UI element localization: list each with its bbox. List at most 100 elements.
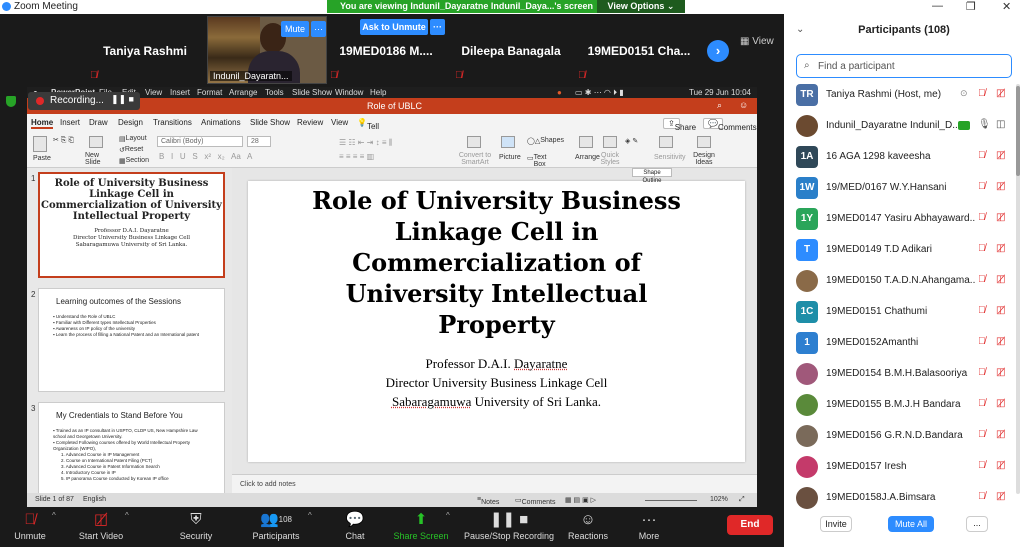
participant-search[interactable]: ⌕ Find a participant	[796, 54, 1012, 78]
slide-thumbnail-2[interactable]: Learning outcomes of the Sessions ▪ Unde…	[38, 288, 225, 392]
fit-slide-icon[interactable]: ⤢	[739, 496, 745, 504]
reactions-button[interactable]: ☺ Reactions	[566, 508, 610, 547]
participants-caret[interactable]: ^	[308, 511, 312, 520]
new-slide-icon[interactable]	[89, 136, 103, 148]
tab-transitions[interactable]: Transitions	[153, 118, 192, 127]
pause-stop-recording-button[interactable]: ❚❚ ■ Pause/Stop Recording	[462, 508, 556, 547]
menu-help[interactable]: Help	[370, 88, 386, 97]
paste-icon[interactable]	[33, 136, 47, 152]
menu-slide-show[interactable]: Slide Show	[292, 88, 332, 97]
tile-more-button[interactable]: ···	[311, 21, 326, 37]
tell-me-search[interactable]: 💡 Tell me	[357, 118, 379, 140]
smartart-icon[interactable]	[467, 136, 481, 148]
ask-to-unmute-button[interactable]: Ask to Unmute	[360, 19, 428, 35]
tab-slide-show[interactable]: Slide Show	[250, 118, 290, 127]
chat-button[interactable]: 💬 Chat	[338, 508, 372, 547]
comments-toggle[interactable]: ▭ Comments	[515, 496, 555, 506]
participant-row[interactable]: 19MED0158J.A.Bimsara 🎙̸ ◫̸	[796, 483, 1016, 513]
mute-all-button[interactable]: Mute All	[888, 516, 934, 532]
clipboard-icons[interactable]: ✂ ⎘ ⎗	[53, 136, 74, 145]
participant-row[interactable]: 1Y 19MED0147 Yasiru Abhayaward... 🎙̸ ◫̸	[796, 204, 1016, 234]
participant-row[interactable]: 1 19MED0152Amanthi 🎙̸ ◫̸	[796, 328, 1016, 358]
next-page-arrow-icon[interactable]: ›	[707, 40, 729, 62]
participants-button[interactable]: 👥108 Participants	[246, 508, 306, 547]
participant-row[interactable]: 19MED0157 Iresh 🎙̸ ◫̸	[796, 452, 1016, 482]
tab-view[interactable]: View	[331, 118, 348, 127]
audio-options-caret[interactable]: ^	[52, 511, 56, 520]
active-video-tile[interactable]: Indunil_Dayaratn... Mute ···	[207, 16, 327, 84]
invite-button[interactable]: Invite	[820, 516, 852, 532]
participant-row[interactable]: 19MED0156 G.R.N.D.Bandara 🎙̸ ◫̸	[796, 421, 1016, 451]
participant-row[interactable]: Indunil_Dayaratne Indunil_D... 🎙 ◫	[796, 111, 1016, 141]
smiley-icon[interactable]: ☺	[739, 100, 748, 110]
tile-more-button[interactable]: ···	[430, 19, 445, 35]
quick-styles-icon[interactable]	[603, 136, 617, 148]
design-ideas-icon[interactable]	[697, 136, 711, 148]
notes-pane[interactable]: Click to add notes	[232, 474, 757, 493]
font-family-select[interactable]: Calibri (Body)	[157, 136, 243, 147]
video-options-caret[interactable]: ^	[125, 511, 129, 520]
share-screen-button[interactable]: ⬆ Share Screen	[392, 508, 450, 547]
tab-home[interactable]: Home	[31, 118, 54, 129]
notes-toggle[interactable]: ≡ Notes	[477, 496, 499, 506]
tab-insert[interactable]: Insert	[60, 118, 80, 127]
menu-format[interactable]: Format	[197, 88, 222, 97]
participant-tile[interactable]: 19MED0151 Cha... 🎙̸	[578, 14, 700, 86]
comments-button[interactable]: 💬 Comments	[703, 118, 757, 132]
participant-row[interactable]: TR Taniya Rashmi (Host, me) ⊙ 🎙̸ ◫̸	[796, 80, 1016, 110]
close-button[interactable]: ✕	[1002, 0, 1011, 13]
sensitivity-icon[interactable]	[659, 136, 673, 148]
current-slide[interactable]: Role of University Business Linkage Cell…	[248, 181, 745, 462]
slide-thumbnail-1[interactable]: Role of University Business Linkage Cell…	[38, 172, 225, 278]
participant-tile[interactable]: Ask to Unmute ··· 19MED0186 M.... 🎙̸	[330, 14, 445, 86]
tab-review[interactable]: Review	[297, 118, 323, 127]
font-size-select[interactable]: 28	[247, 136, 271, 147]
panel-more-button[interactable]: ...	[966, 516, 988, 532]
participant-row[interactable]: 1A 16 AGA 1298 kaveesha 🎙̸ ◫̸	[796, 142, 1016, 172]
search-icon[interactable]: ⌕	[717, 100, 722, 111]
security-button[interactable]: ⛨ Security	[176, 508, 216, 547]
layout-button[interactable]: ▤ Layout	[119, 135, 147, 143]
participant-tile[interactable]: Taniya Rashmi 🎙̸	[90, 14, 200, 86]
participant-row[interactable]: 1C 19MED0151 Chathumi 🎙̸ ◫̸	[796, 297, 1016, 327]
shapes-button[interactable]: ◯△ Shapes	[527, 137, 564, 145]
textbox-button[interactable]: ▭ Text Box	[527, 154, 546, 168]
paragraph-buttons[interactable]: ☰ ☷ ⇤ ⇥ ↕ ≡ ⫼	[339, 138, 392, 148]
view-mode-icons[interactable]: ▦ ▤ ▣ ▷	[565, 496, 596, 504]
tab-draw[interactable]: Draw	[89, 118, 108, 127]
tab-animations[interactable]: Animations	[201, 118, 241, 127]
tab-design[interactable]: Design	[118, 118, 143, 127]
menu-view[interactable]: View	[145, 88, 162, 97]
participant-row[interactable]: T 19MED0149 T.D Adikari 🎙̸ ◫̸	[796, 235, 1016, 265]
picture-icon[interactable]	[501, 136, 515, 148]
zoom-slider[interactable]	[645, 500, 697, 501]
scrollbar-thumb[interactable]	[1016, 86, 1020, 176]
mute-participant-button[interactable]: Mute	[281, 21, 309, 37]
format-buttons[interactable]: B I U S x² x₂ Aa A	[159, 152, 252, 161]
unmute-button[interactable]: 🎙̸ Unmute	[10, 508, 50, 547]
restore-button[interactable]: ❐	[966, 0, 976, 13]
participant-row[interactable]: 19MED0150 T.A.D.N.Ahangama... 🎙̸ ◫̸	[796, 266, 1016, 296]
participant-tile[interactable]: Dileepa Banagala 🎙̸	[455, 14, 567, 86]
minimize-button[interactable]: —	[932, 0, 943, 12]
more-button[interactable]: ··· More	[632, 508, 666, 547]
align-buttons[interactable]: ≡ ≡ ≡ ≡ ▥	[339, 152, 374, 161]
end-meeting-button[interactable]: End	[727, 515, 773, 535]
view-button[interactable]: ▦ View	[740, 36, 774, 47]
menu-insert[interactable]: Insert	[170, 88, 190, 97]
menu-arrange[interactable]: Arrange	[229, 88, 257, 97]
slide-thumbnail-3[interactable]: My Credentials to Stand Before You ▪ Tra…	[38, 402, 225, 493]
slide-subtitle[interactable]: Professor D.A.I. Dayaratne Director Univ…	[248, 354, 745, 411]
view-options-button[interactable]: View Options ⌄	[597, 0, 685, 13]
section-button[interactable]: ▦ Section	[119, 157, 149, 165]
participant-row[interactable]: 19MED0155 B.M.J.H Bandara 🎙̸ ◫̸	[796, 390, 1016, 420]
menu-window[interactable]: Window	[335, 88, 363, 97]
start-video-button[interactable]: ◫̸ Start Video	[72, 508, 130, 547]
slide-title[interactable]: Role of University Business Linkage Cell…	[248, 185, 745, 340]
arrange-icon[interactable]	[579, 136, 593, 148]
shape-fill-icons[interactable]: ◈ ✎	[625, 137, 638, 145]
recording-controls[interactable]: ❚❚ ■	[111, 94, 134, 105]
share-doc-button[interactable]: ⇪ Share	[663, 118, 696, 132]
participant-row[interactable]: 19MED0154 B.M.H.Balasooriya 🎙̸ ◫̸	[796, 359, 1016, 389]
share-options-caret[interactable]: ^	[446, 511, 450, 520]
